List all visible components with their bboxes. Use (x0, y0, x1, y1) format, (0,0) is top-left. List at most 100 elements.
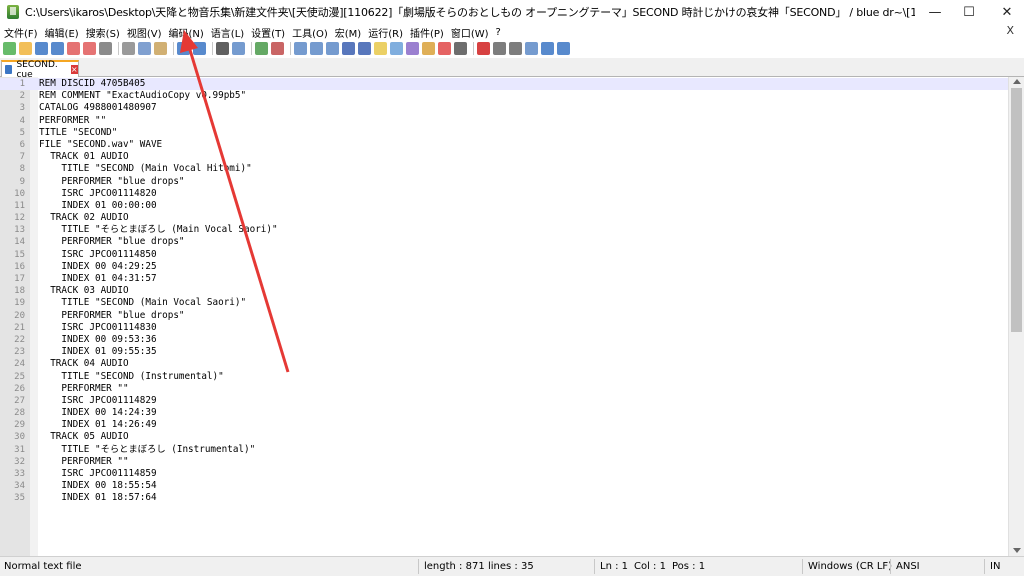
maximize-button[interactable]: ☐ (952, 0, 986, 24)
editor-line[interactable]: 5 TITLE "SECOND" (0, 127, 1008, 139)
editor-line[interactable]: 13 TITLE "そらとまぼろし (Main Vocal Saori)" (0, 224, 1008, 236)
menu-search[interactable]: 搜索(S) (82, 25, 123, 40)
replace-icon[interactable] (232, 42, 245, 55)
editor-line[interactable]: 18 TRACK 03 AUDIO (0, 285, 1008, 297)
line-number: 11 (14, 200, 25, 211)
tab-second-cue[interactable]: SECOND. cue × (1, 60, 79, 80)
trim-icon[interactable] (557, 42, 570, 55)
menu-help[interactable]: ? (492, 27, 504, 38)
print-icon[interactable] (99, 42, 112, 55)
status-eol: Windows (CR LF) (808, 561, 893, 572)
editor-line[interactable]: 22 INDEX 00 09:53:36 (0, 334, 1008, 346)
vertical-scrollbar[interactable] (1008, 77, 1024, 556)
editor-line[interactable]: 29 INDEX 01 14:26:49 (0, 419, 1008, 431)
new-file-icon[interactable] (3, 42, 16, 55)
editor-line[interactable]: 33 ISRC JPCO01114859 (0, 468, 1008, 480)
editor-line[interactable]: 12 TRACK 02 AUDIO (0, 212, 1008, 224)
menu-language[interactable]: 语言(L) (207, 25, 247, 40)
tab-close-icon[interactable]: × (70, 65, 78, 74)
undo-icon[interactable] (177, 42, 190, 55)
close-all-icon[interactable] (83, 42, 96, 55)
editor-line[interactable]: 24 TRACK 04 AUDIO (0, 358, 1008, 370)
menu-encoding[interactable]: 编码(N) (165, 25, 207, 40)
editor-line[interactable]: 35 INDEX 01 18:57:64 (0, 492, 1008, 504)
menu-settings[interactable]: 设置(T) (247, 25, 288, 40)
zoom-in-icon[interactable] (255, 42, 268, 55)
function-list-icon[interactable] (406, 42, 419, 55)
scroll-up-arrow-icon[interactable] (1013, 79, 1021, 84)
editor-line[interactable]: 25 TITLE "SECOND (Instrumental)" (0, 371, 1008, 383)
menu-edit[interactable]: 编辑(E) (41, 25, 82, 40)
editor-line[interactable]: 31 TITLE "そらとまぼろし (Instrumental)" (0, 444, 1008, 456)
save-all-icon[interactable] (51, 42, 64, 55)
zoom-out-icon[interactable] (271, 42, 284, 55)
eye-icon[interactable] (454, 42, 467, 55)
editor-line[interactable]: 30 TRACK 05 AUDIO (0, 431, 1008, 443)
text-editor[interactable]: 1 REM DISCID 4705B405 2 REM COMMENT "ExactA… (0, 77, 1008, 556)
user-lang-icon[interactable] (374, 42, 387, 55)
cut-icon[interactable] (122, 42, 135, 55)
word-wrap-icon[interactable] (326, 42, 339, 55)
line-number: 5 (19, 127, 25, 138)
menu-tools[interactable]: 工具(O) (288, 25, 331, 40)
editor-line[interactable]: 15 ISRC JPCO01114850 (0, 249, 1008, 261)
close-document-x-button[interactable]: X (1006, 24, 1014, 37)
close-window-button[interactable]: ✕ (990, 0, 1024, 24)
indent-guide-icon[interactable] (358, 42, 371, 55)
menu-run[interactable]: 运行(R) (364, 25, 406, 40)
editor-line[interactable]: 26 PERFORMER "" (0, 383, 1008, 395)
play-macro-icon[interactable] (509, 42, 522, 55)
editor-line[interactable]: 7 TRACK 01 AUDIO (0, 151, 1008, 163)
line-number: 15 (14, 249, 25, 260)
editor-line[interactable]: 16 INDEX 00 04:29:25 (0, 261, 1008, 273)
copy-icon[interactable] (138, 42, 151, 55)
menu-plugins[interactable]: 插件(P) (406, 25, 447, 40)
editor-line[interactable]: 3 CATALOG 4988001480907 (0, 102, 1008, 114)
editor-line[interactable]: 10 ISRC JPCO01114820 (0, 188, 1008, 200)
menu-window[interactable]: 窗口(W) (447, 25, 492, 40)
editor-line[interactable]: 17 INDEX 01 04:31:57 (0, 273, 1008, 285)
editor-line[interactable]: 32 PERFORMER "" (0, 456, 1008, 468)
editor-line[interactable]: 28 INDEX 00 14:24:39 (0, 407, 1008, 419)
open-file-icon[interactable] (19, 42, 32, 55)
save-macro-icon[interactable] (541, 42, 554, 55)
paste-icon[interactable] (154, 42, 167, 55)
sync-horizontal-icon[interactable] (310, 42, 323, 55)
editor-line[interactable]: 2 REM COMMENT "ExactAudioCopy v0.99pb5" (0, 90, 1008, 102)
editor-line[interactable]: 23 INDEX 01 09:55:35 (0, 346, 1008, 358)
editor-line[interactable]: 6 FILE "SECOND.wav" WAVE (0, 139, 1008, 151)
doc-map-icon[interactable] (390, 42, 403, 55)
minimize-button[interactable]: — (918, 0, 952, 24)
close-file-icon[interactable] (67, 42, 80, 55)
run-macro-multiple-icon[interactable] (525, 42, 538, 55)
editor-line[interactable]: 9 PERFORMER "blue drops" (0, 176, 1008, 188)
editor-line[interactable]: 34 INDEX 00 18:55:54 (0, 480, 1008, 492)
redo-icon[interactable] (193, 42, 206, 55)
editor-line[interactable]: 20 PERFORMER "blue drops" (0, 310, 1008, 322)
menu-file[interactable]: 文件(F) (0, 25, 41, 40)
line-text: TITLE "そらとまぼろし (Instrumental)" (39, 443, 256, 455)
editor-line[interactable]: 27 ISRC JPCO01114829 (0, 395, 1008, 407)
show-all-chars-icon[interactable] (342, 42, 355, 55)
record-macro-icon[interactable] (477, 42, 490, 55)
folder-workspace-icon[interactable] (422, 42, 435, 55)
stop-record-icon[interactable] (493, 42, 506, 55)
line-number: 28 (14, 408, 25, 419)
scroll-down-arrow-icon[interactable] (1013, 548, 1021, 553)
editor-line[interactable]: 4 PERFORMER "" (0, 115, 1008, 127)
menu-macro[interactable]: 宏(M) (331, 25, 364, 40)
editor-line[interactable]: 1 REM DISCID 4705B405 (0, 78, 1008, 91)
save-icon[interactable] (35, 42, 48, 55)
sync-vertical-icon[interactable] (294, 42, 307, 55)
editor-line[interactable]: 21 ISRC JPCO01114830 (0, 322, 1008, 334)
scrollbar-thumb[interactable] (1011, 88, 1022, 332)
menu-view[interactable]: 视图(V) (123, 25, 165, 40)
status-divider (802, 559, 803, 574)
find-icon[interactable] (216, 42, 229, 55)
editor-line[interactable]: 8 TITLE "SECOND (Main Vocal Hitomi)" (0, 163, 1008, 175)
status-ln: Ln : 1 (600, 561, 628, 572)
editor-line[interactable]: 19 TITLE "SECOND (Main Vocal Saori)" (0, 297, 1008, 309)
editor-line[interactable]: 14 PERFORMER "blue drops" (0, 236, 1008, 248)
editor-line[interactable]: 11 INDEX 01 00:00:00 (0, 200, 1008, 212)
monitoring-icon[interactable] (438, 42, 451, 55)
